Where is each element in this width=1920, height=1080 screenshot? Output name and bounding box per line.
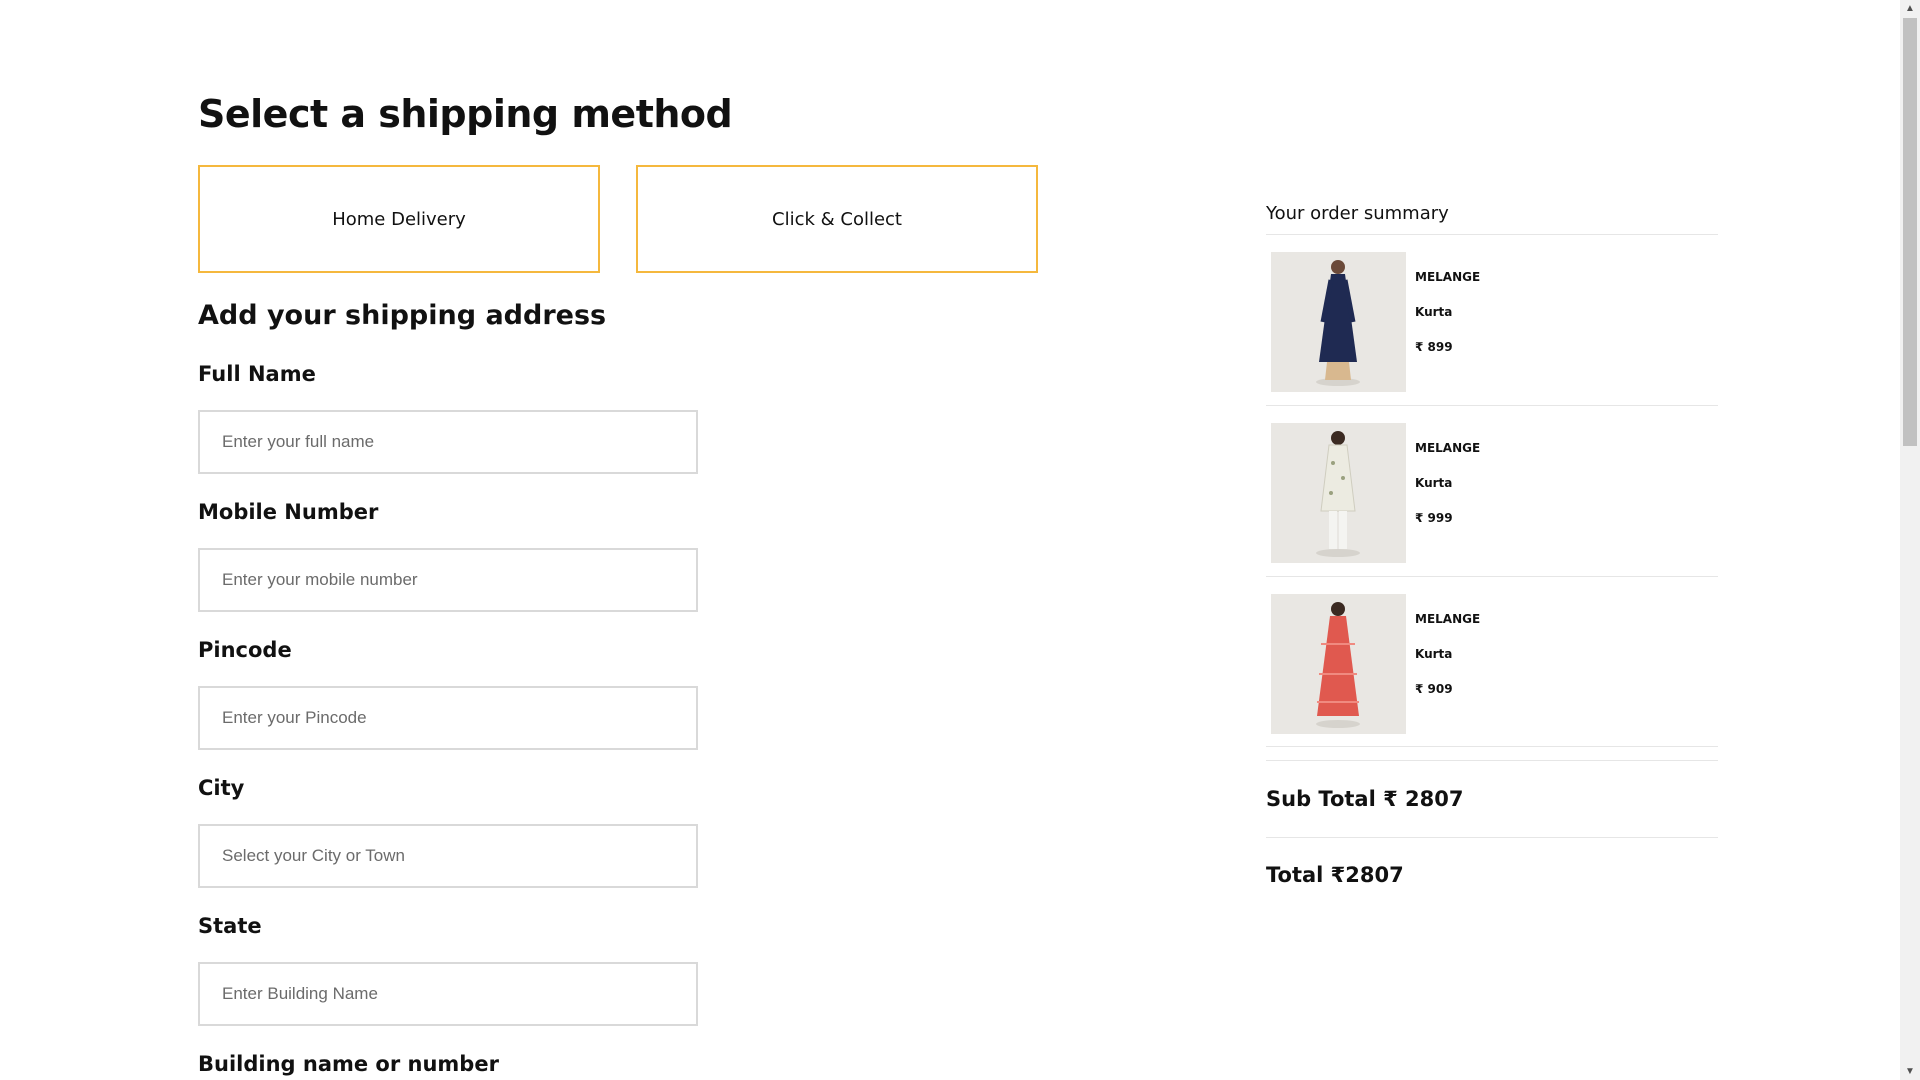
city-input[interactable] — [198, 824, 698, 888]
order-item: MELANGE Kurta ₹ 909 — [1266, 594, 1718, 764]
state-label: State — [198, 914, 262, 938]
click-collect-option[interactable]: Click & Collect — [636, 165, 1038, 273]
scrollbar-thumb[interactable] — [1903, 18, 1917, 446]
product-image — [1271, 594, 1406, 734]
summary-divider — [1266, 405, 1718, 406]
full-name-label: Full Name — [198, 362, 316, 386]
pincode-input[interactable] — [198, 686, 698, 750]
state-input[interactable] — [198, 962, 698, 1026]
click-collect-label: Click & Collect — [772, 208, 902, 230]
shipping-method-title: Select a shipping method — [198, 92, 733, 136]
summary-divider — [1266, 746, 1718, 747]
item-name: Kurta — [1415, 305, 1453, 319]
item-price: ₹ 909 — [1415, 682, 1453, 696]
shipping-address-title: Add your shipping address — [198, 300, 607, 331]
pincode-label: Pincode — [198, 638, 292, 662]
total-text: Total ₹2807 — [1266, 863, 1404, 887]
order-summary-title: Your order summary — [1266, 203, 1449, 224]
mobile-number-input[interactable] — [198, 548, 698, 612]
checkout-page: Select a shipping method Home Delivery C… — [0, 0, 1900, 1080]
home-delivery-option[interactable]: Home Delivery — [198, 165, 600, 273]
summary-divider — [1266, 234, 1718, 235]
product-image — [1271, 423, 1406, 563]
summary-divider — [1266, 837, 1718, 838]
home-delivery-label: Home Delivery — [332, 208, 466, 230]
item-brand: MELANGE — [1415, 270, 1481, 284]
summary-divider — [1266, 576, 1718, 577]
item-brand: MELANGE — [1415, 441, 1481, 455]
product-image — [1271, 252, 1406, 392]
caret-down-icon[interactable]: ▼ — [1900, 1063, 1920, 1080]
building-label: Building name or number — [198, 1052, 499, 1076]
item-price: ₹ 899 — [1415, 340, 1453, 354]
caret-up-icon[interactable]: ▲ — [1900, 0, 1920, 17]
summary-divider — [1266, 760, 1718, 761]
vertical-scrollbar[interactable]: ▲ ▼ — [1900, 0, 1920, 1080]
city-label: City — [198, 776, 245, 800]
order-item: MELANGE Kurta ₹ 999 — [1266, 423, 1718, 593]
item-brand: MELANGE — [1415, 612, 1481, 626]
mobile-number-label: Mobile Number — [198, 500, 379, 524]
full-name-input[interactable] — [198, 410, 698, 474]
item-name: Kurta — [1415, 476, 1453, 490]
item-price: ₹ 999 — [1415, 511, 1453, 525]
item-name: Kurta — [1415, 647, 1453, 661]
order-item: MELANGE Kurta ₹ 899 — [1266, 252, 1718, 422]
subtotal-text: Sub Total ₹ 2807 — [1266, 787, 1464, 811]
